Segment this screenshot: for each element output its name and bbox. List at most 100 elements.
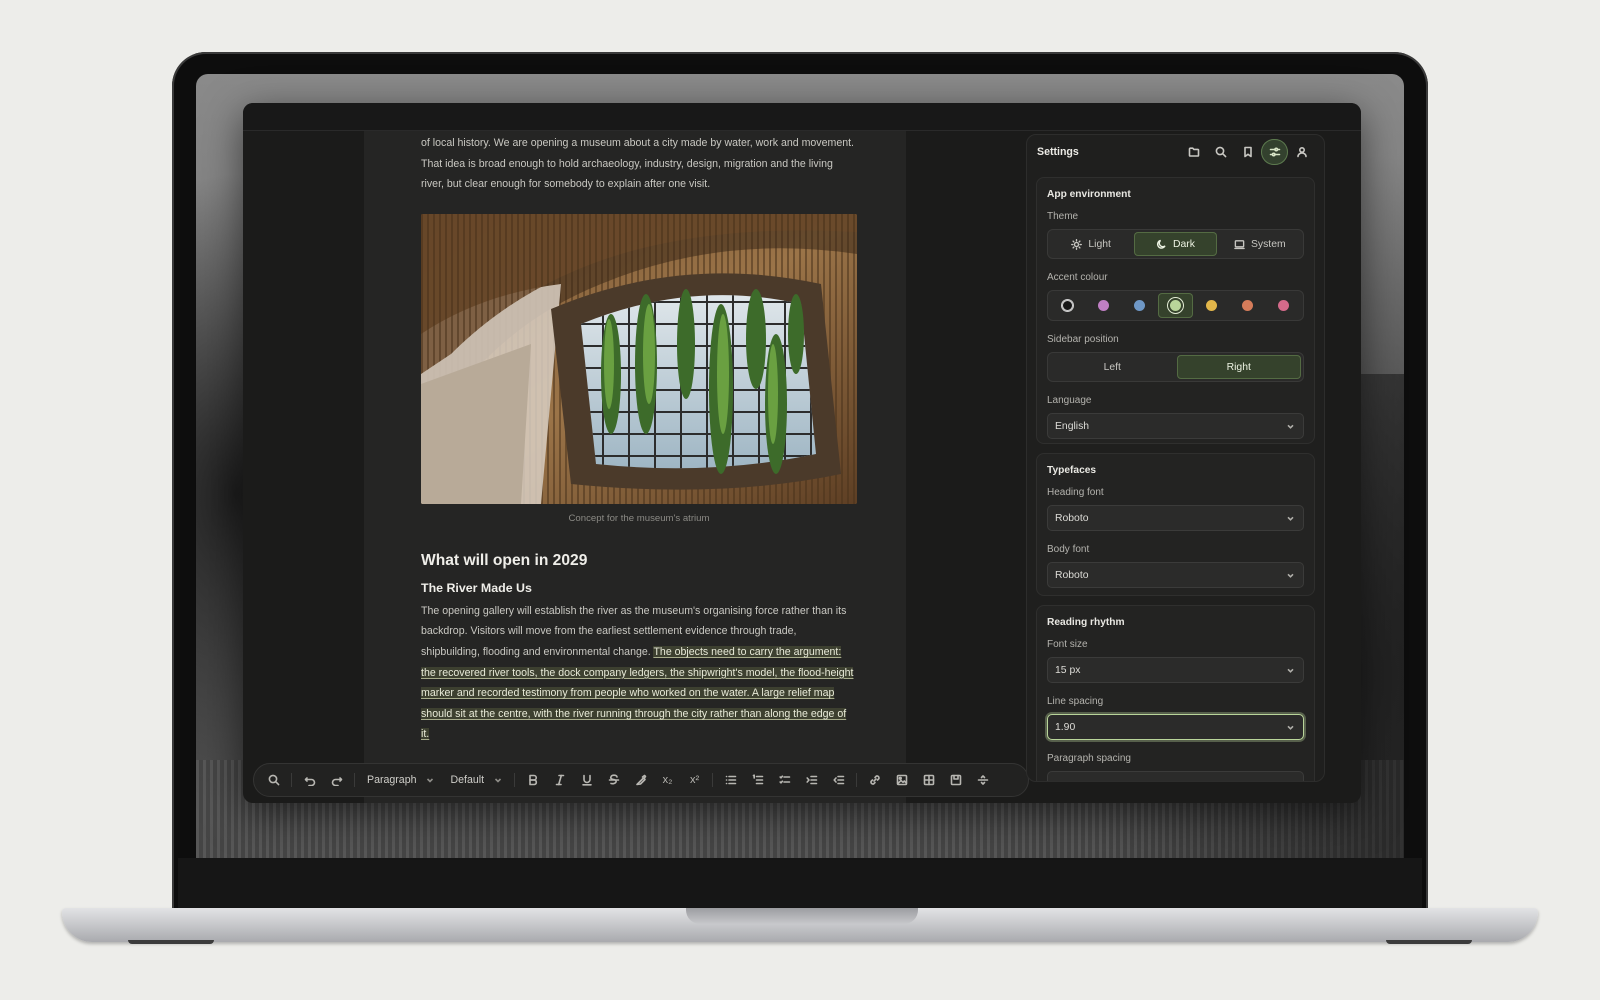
bookmark-icon [1243,146,1252,158]
formatting-toolbar: Paragraph Default x₂ x² [253,763,1029,797]
highlighted-text[interactable]: The objects need to carry the argument: … [421,645,854,741]
heading-font-label: Heading font [1047,487,1104,498]
account-button[interactable] [1288,139,1315,165]
toolbar-divider [291,773,292,787]
app-environment-title: App environment [1047,189,1131,200]
window-title-bar[interactable] [243,103,1361,131]
heading-font-select[interactable]: Roboto [1047,505,1304,531]
bold-button[interactable] [519,767,546,793]
paragraph-spacing-select[interactable] [1047,771,1304,781]
laptop-notch [686,908,918,924]
theme-system-label: System [1250,238,1286,250]
atrium-image[interactable] [421,213,857,504]
document-content[interactable]: of local history. We are opening a museu… [421,131,857,745]
document-canvas[interactable]: of local history. We are opening a museu… [364,131,906,803]
heading-font-value: Roboto [1055,512,1089,524]
line-spacing-value: 1.90 [1055,721,1076,733]
settings-tab-button[interactable] [1261,139,1288,165]
superscript-icon: x² [689,774,700,786]
body-paragraph[interactable]: The opening gallery will establish the r… [421,601,857,745]
subscript-button[interactable]: x₂ [654,767,681,793]
intro-paragraph[interactable]: of local history. We are opening a museu… [421,133,857,195]
swatch-dot [1205,300,1217,311]
accent-swatch-green[interactable] [1157,293,1194,318]
accent-swatch-pink[interactable] [1265,293,1301,318]
bold-icon [528,774,537,786]
accent-swatch-blue[interactable] [1122,293,1158,318]
task-list-button[interactable] [771,767,798,793]
laptop-foot-left [128,940,214,944]
accent-swatch-purple[interactable] [1086,293,1122,318]
toolbar-divider [856,773,858,787]
theme-dark-label: Dark [1173,238,1195,250]
editor-app-window: of local history. We are opening a museu… [243,103,1361,803]
sidebar-left-label: Left [1103,361,1121,373]
redo-icon [331,777,342,786]
highlight-button[interactable] [627,767,654,793]
redo-button[interactable] [323,767,350,793]
indent-button[interactable] [798,767,825,793]
files-button[interactable] [1180,139,1207,165]
search-icon [268,774,279,786]
body-font-select[interactable]: Roboto [1047,562,1304,588]
theme-light-label: Light [1088,238,1111,250]
theme-system-option[interactable]: System [1219,232,1301,256]
undo-icon [304,777,315,786]
sidebar-position-label: Sidebar position [1047,334,1119,345]
panel-search-button[interactable] [1207,139,1234,165]
moon-icon [1157,239,1166,249]
chevron-down-icon [427,778,434,783]
accent-swatch-orange[interactable] [1229,293,1265,318]
numbered-list-button[interactable] [744,767,771,793]
italic-button[interactable] [546,767,573,793]
underline-button[interactable] [573,767,600,793]
sidebar-right-option[interactable]: Right [1176,355,1301,379]
style-value: Default [450,774,485,786]
sidebar-left-option[interactable]: Left [1050,355,1175,379]
typefaces-section: Typefaces Heading font Roboto Body font … [1036,453,1315,596]
font-size-select[interactable]: 15 px [1047,657,1304,683]
settings-panel: Settings App environment Theme Light Dar… [1026,134,1325,782]
insert-image-button[interactable] [888,767,915,793]
folder-icon [1188,147,1199,157]
language-select[interactable]: English [1047,413,1304,439]
insert-embed-button[interactable] [942,767,969,793]
chevron-down-icon [494,778,502,783]
language-value: English [1055,420,1090,432]
line-spacing-select[interactable]: 1.90 [1047,714,1304,740]
sidebar-right-label: Right [1226,361,1251,373]
settings-header: Settings [1027,135,1324,169]
block-type-dropdown[interactable]: Paragraph [359,767,442,793]
table-icon [923,774,934,786]
body-font-value: Roboto [1055,569,1089,581]
insert-table-button[interactable] [915,767,942,793]
bullet-list-icon [725,775,736,785]
insert-link-button[interactable] [861,767,888,793]
theme-dark-option[interactable]: Dark [1134,232,1217,256]
reading-rhythm-section: Reading rhythm Font size 15 px Line spac… [1036,605,1315,781]
theme-selector: Light Dark System [1047,229,1304,259]
accent-swatch-yellow[interactable] [1193,293,1229,318]
accent-swatch-black[interactable] [1050,293,1086,318]
numbered-list-icon [752,774,763,785]
toolbar-divider [712,773,714,787]
paragraph-spacing-label: Paragraph spacing [1047,753,1131,764]
bullet-list-button[interactable] [717,767,744,793]
outdent-button[interactable] [825,767,852,793]
figure-caption: Concept for the museum's atrium [568,512,710,524]
undo-button[interactable] [296,767,323,793]
horizontal-rule-button[interactable] [969,767,996,793]
body-font-label: Body font [1047,544,1090,555]
link-icon [869,775,880,785]
bookmarks-button[interactable] [1234,139,1261,165]
section-subheading[interactable]: The River Made Us [421,581,857,595]
swatch-dot [1098,300,1110,311]
theme-light-option[interactable]: Light [1050,232,1132,256]
subscript-icon: x₂ [662,774,673,786]
style-dropdown[interactable]: Default [442,767,510,793]
strikethrough-button[interactable] [600,767,627,793]
section-heading[interactable]: What will open in 2029 [421,552,857,570]
search-button[interactable] [260,767,287,793]
reading-rhythm-title: Reading rhythm [1047,617,1125,628]
superscript-button[interactable]: x² [681,767,708,793]
